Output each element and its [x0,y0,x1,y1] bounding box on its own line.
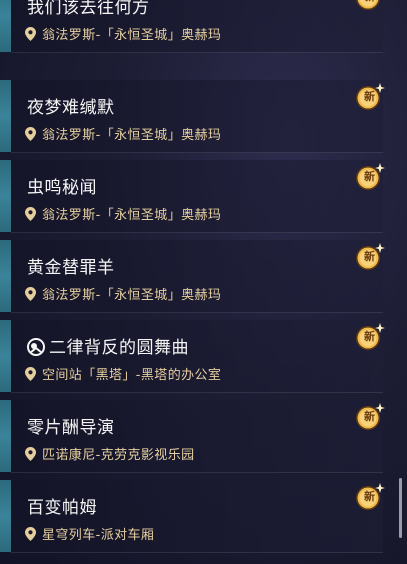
new-badge-icon: 新 [352,242,386,272]
quest-location: 星穹列车-派对车厢 [25,524,154,543]
map-pin-icon [25,447,36,461]
new-badge-icon: 新 [352,482,386,512]
quest-location-text: 匹诺康尼-克劳克影视乐园 [42,448,195,463]
map-pin-icon [25,207,36,221]
map-pin-icon [25,367,36,381]
quest-title: 黄金替罪羊 [27,258,115,278]
quest-location-text: 翁法罗斯-「永恒圣城」奥赫玛 [42,128,222,143]
new-badge-icon: 新 [352,82,386,112]
new-badge-icon: 新 [352,402,386,432]
quest-location: 空间站「黑塔」-黑塔的办公室 [25,364,221,383]
quest-accent-bar [0,80,11,152]
map-pin-icon [25,127,36,141]
quest-accent-bar [0,400,11,472]
quest-location: 翁法罗斯-「永恒圣城」奥赫玛 [25,204,221,223]
new-badge-icon: 新 [352,322,386,352]
quest-location-text: 翁法罗斯-「永恒圣城」奥赫玛 [42,208,222,223]
scrollbar-thumb[interactable] [399,478,402,538]
new-badge-text: 新 [364,330,375,343]
new-badge-icon: 新 [352,162,386,192]
new-badge-text: 新 [364,250,375,263]
quest-location: 翁法罗斯-「永恒圣城」奥赫玛 [25,124,221,143]
map-pin-icon [25,527,36,541]
new-badge-text: 新 [364,490,375,503]
quest-title: 百变帕姆 [27,498,97,518]
new-badge-text: 新 [364,170,375,183]
quest-location-text: 翁法罗斯-「永恒圣城」奥赫玛 [42,28,222,43]
quest-accent-bar [0,320,11,392]
quest-title: 夜梦难缄默 [27,98,115,118]
quest-accent-bar [0,240,11,312]
quest-title: 我们该去往何方 [27,0,150,18]
quest-accent-bar [0,0,11,52]
quest-location: 翁法罗斯-「永恒圣城」奥赫玛 [25,284,221,303]
quest-location: 翁法罗斯-「永恒圣城」奥赫玛 [25,24,221,43]
map-pin-icon [25,287,36,301]
quest-item[interactable]: 我们该去往何方 翁法罗斯-「永恒圣城」奥赫玛 新 [0,0,396,53]
quest-item[interactable]: 虫鸣秘闻 翁法罗斯-「永恒圣城」奥赫玛 新 [0,160,396,233]
new-badge-text: 新 [364,410,375,423]
quest-location-text: 星穹列车-派对车厢 [42,528,155,543]
new-badge-text: 新 [359,0,380,4]
quest-title-text: 二律背反的圆舞曲 [49,338,189,358]
quest-location: 匹诺康尼-克劳克影视乐园 [25,444,195,463]
herta-quest-icon [27,338,45,356]
quest-item[interactable]: 夜梦难缄默 翁法罗斯-「永恒圣城」奥赫玛 新 [0,80,396,153]
quest-title: 二律背反的圆舞曲 [27,333,189,358]
quest-accent-bar [0,480,11,552]
quest-location-text: 翁法罗斯-「永恒圣城」奥赫玛 [42,288,222,303]
quest-location-text: 空间站「黑塔」-黑塔的办公室 [42,368,222,383]
quest-title: 虫鸣秘闻 [27,178,97,198]
quest-item[interactable]: 黄金替罪羊 翁法罗斯-「永恒圣城」奥赫玛 新 [0,240,396,313]
quest-item[interactable]: 零片酬导演 匹诺康尼-克劳克影视乐园 新 [0,400,396,473]
quest-item[interactable]: 二律背反的圆舞曲 空间站「黑塔」-黑塔的办公室 新 [0,320,396,393]
quest-accent-bar [0,160,11,232]
quest-item[interactable]: 百变帕姆 星穹列车-派对车厢 新 [0,480,396,553]
new-badge-icon: 新 [352,0,386,12]
quest-title: 零片酬导演 [27,418,115,438]
map-pin-icon [25,27,36,41]
new-badge-text: 新 [364,90,375,103]
